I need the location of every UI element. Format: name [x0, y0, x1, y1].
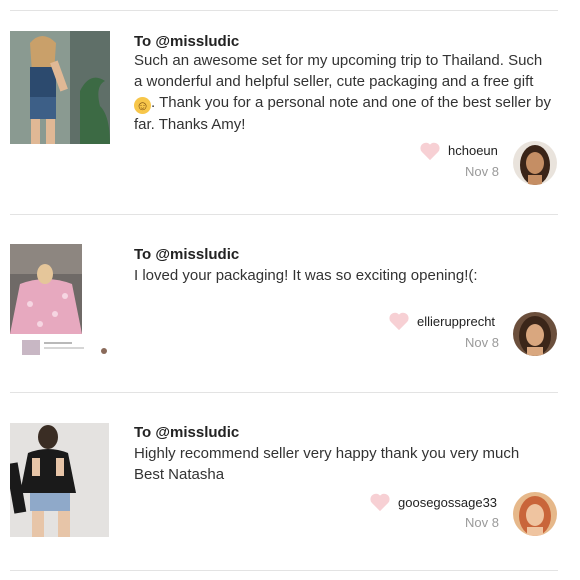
divider-1	[10, 214, 558, 215]
review-photo[interactable]	[10, 423, 109, 537]
divider-top	[10, 10, 558, 11]
review-date: Nov 8	[465, 335, 499, 350]
review-recipient: To @missludic	[134, 424, 240, 441]
review-text: Such an awesome set for my upcoming trip…	[134, 50, 552, 135]
heart-icon[interactable]	[419, 141, 441, 161]
review-date: Nov 8	[465, 515, 499, 530]
reviewer-username[interactable]: goosegossage33	[398, 495, 497, 510]
reviewer-username[interactable]: hchoeun	[448, 143, 498, 158]
review-text-part: . Thank you for a personal note and one …	[134, 94, 551, 133]
review-recipient: To @missludic	[134, 246, 240, 263]
review-text-part: Such an awesome set for my upcoming trip…	[134, 52, 543, 90]
smiling-face-emoji-icon: ☺	[134, 97, 151, 114]
review-text: Highly recommend seller very happy thank…	[134, 445, 520, 483]
review-attachment-preview[interactable]	[22, 338, 110, 356]
divider-2	[10, 392, 558, 393]
reviewer-avatar[interactable]	[513, 312, 557, 356]
reviewer-avatar[interactable]	[513, 141, 557, 185]
heart-icon[interactable]	[388, 311, 410, 331]
review-photo[interactable]	[10, 31, 110, 144]
review-text: I loved your packaging! It was so exciti…	[134, 267, 478, 284]
review-date: Nov 8	[465, 164, 499, 179]
reviewer-username[interactable]: ellierupprecht	[417, 314, 495, 329]
divider-bottom	[10, 570, 558, 571]
review-recipient: To @missludic	[134, 33, 240, 50]
review-photo[interactable]	[10, 244, 82, 334]
heart-icon[interactable]	[369, 492, 391, 512]
reviewer-avatar[interactable]	[513, 492, 557, 536]
